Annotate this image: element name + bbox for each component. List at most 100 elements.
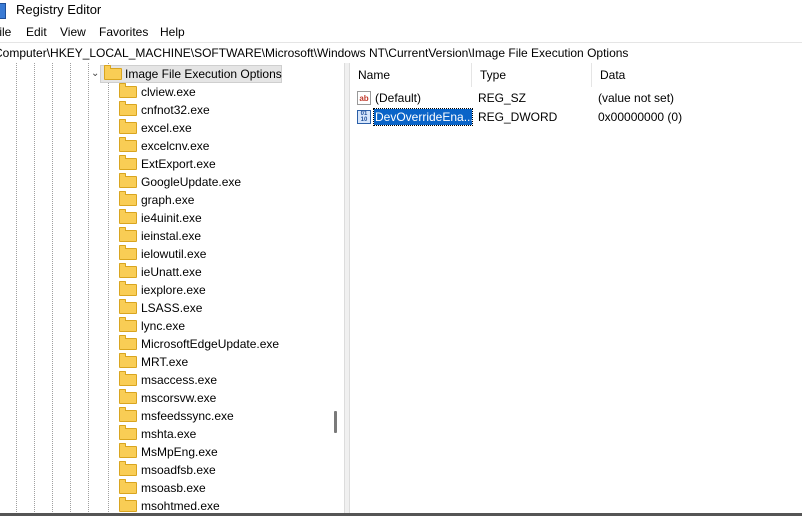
tree-item[interactable]: ie4uinit.exe (0, 209, 330, 227)
tree-item-label: mshta.exe (141, 427, 197, 441)
menu-help[interactable]: Help (160, 25, 185, 39)
tree-item[interactable]: ExtExport.exe (0, 155, 330, 173)
menu-file[interactable]: File (0, 25, 11, 39)
tree-scrollbar-thumb[interactable] (334, 411, 337, 433)
value-data: 0x00000000 (0) (598, 110, 683, 124)
tree-item[interactable]: excel.exe (0, 119, 330, 137)
tree-item-label: graph.exe (141, 193, 195, 207)
folder-icon (119, 371, 137, 386)
folder-icon (119, 209, 137, 224)
folder-icon (119, 191, 137, 206)
tree-item[interactable]: msaccess.exe (0, 371, 330, 389)
folder-icon (119, 443, 137, 458)
value-name-selected: DevOverrideEna... (373, 108, 473, 126)
registry-editor-icon (0, 3, 6, 19)
menu-favorites[interactable]: Favorites (99, 25, 148, 39)
dword-value-icon: 01 10 (357, 110, 371, 124)
tree-item[interactable]: clview.exe (0, 83, 330, 101)
tree-item[interactable]: LSASS.exe (0, 299, 330, 317)
tree-item-image-file-execution-options[interactable]: ⌄ Image File Execution Options (0, 65, 344, 83)
folder-icon (119, 407, 137, 422)
folder-icon (119, 263, 137, 278)
tree-item-label: ieinstal.exe (141, 229, 202, 243)
tree-item[interactable]: MsMpEng.exe (0, 443, 330, 461)
tree-item-label: GoogleUpdate.exe (141, 175, 242, 189)
tree-item[interactable]: ieinstal.exe (0, 227, 330, 245)
value-row-devoverrideenable[interactable]: 01 10 DevOverrideEna... REG_DWORD 0x00000… (350, 108, 802, 127)
tree-item[interactable]: iexplore.exe (0, 281, 330, 299)
value-type: REG_SZ (478, 91, 527, 105)
folder-open-icon (104, 65, 122, 80)
folder-icon (119, 353, 137, 368)
folder-icon (119, 335, 137, 350)
tree-item[interactable]: MRT.exe (0, 353, 330, 371)
address-path[interactable]: Computer\HKEY_LOCAL_MACHINE\SOFTWARE\Mic… (0, 46, 628, 60)
tree-item-label: ExtExport.exe (141, 157, 216, 171)
tree-item-label: clview.exe (141, 85, 196, 99)
values-pane[interactable]: Name Type Data ab (Default) REG_SZ (valu… (350, 63, 802, 516)
tree-item[interactable]: ielowutil.exe (0, 245, 330, 263)
tree-item[interactable]: mscorsvw.exe (0, 389, 330, 407)
menu-edit[interactable]: Edit (26, 25, 47, 39)
value-type: REG_DWORD (478, 110, 558, 124)
value-name: (Default) (375, 91, 422, 105)
column-header-type[interactable]: Type (472, 63, 592, 87)
folder-icon (119, 479, 137, 494)
tree-item[interactable]: msoasb.exe (0, 479, 330, 497)
tree-item[interactable]: mshta.exe (0, 425, 330, 443)
tree-item-label: LSASS.exe (141, 301, 203, 315)
tree-item-label: MicrosoftEdgeUpdate.exe (141, 337, 280, 351)
title-bar: Registry Editor (0, 0, 802, 22)
menu-bar: File Edit View Favorites Help (0, 22, 802, 42)
tree-item[interactable]: cnfnot32.exe (0, 101, 330, 119)
folder-icon (119, 461, 137, 476)
folder-icon (119, 317, 137, 332)
folder-icon (119, 425, 137, 440)
tree-item[interactable]: GoogleUpdate.exe (0, 173, 330, 191)
folder-icon (119, 155, 137, 170)
key-tree-pane[interactable]: ⌄ Image File Execution Options clview.ex… (0, 63, 344, 516)
tree-item-label: excelcnv.exe (141, 139, 210, 153)
column-header-data[interactable]: Data (592, 63, 802, 87)
tree-item[interactable]: lync.exe (0, 317, 330, 335)
chevron-down-icon[interactable]: ⌄ (91, 67, 99, 81)
address-bar[interactable]: Computer\HKEY_LOCAL_MACHINE\SOFTWARE\Mic… (0, 42, 802, 64)
tree-item-label: msaccess.exe (141, 373, 218, 387)
tree-item[interactable]: graph.exe (0, 191, 330, 209)
tree-item[interactable]: msoadfsb.exe (0, 461, 330, 479)
tree-item-label: msfeedssync.exe (141, 409, 234, 423)
value-data: (value not set) (598, 91, 675, 105)
tree-item-label: ieUnatt.exe (141, 265, 202, 279)
tree-item-label: ielowutil.exe (141, 247, 207, 261)
folder-icon (119, 173, 137, 188)
window-title: Registry Editor (16, 2, 102, 17)
menu-view[interactable]: View (60, 25, 86, 39)
tree-item[interactable]: ieUnatt.exe (0, 263, 330, 281)
tree-item[interactable]: excelcnv.exe (0, 137, 330, 155)
tree-item-label: mscorsvw.exe (141, 391, 217, 405)
tree-item-label: excel.exe (141, 121, 192, 135)
tree-item[interactable]: msfeedssync.exe (0, 407, 330, 425)
folder-icon (119, 227, 137, 242)
string-value-icon: ab (357, 91, 371, 105)
tree-item-label: MRT.exe (141, 355, 189, 369)
folder-icon (119, 299, 137, 314)
folder-icon (119, 119, 137, 134)
tree-item[interactable]: MicrosoftEdgeUpdate.exe (0, 335, 330, 353)
tree-item-label: MsMpEng.exe (141, 445, 218, 459)
folder-icon (119, 83, 137, 98)
folder-icon (119, 137, 137, 152)
tree-item-label: ie4uinit.exe (141, 211, 202, 225)
folder-icon (119, 497, 137, 512)
folder-icon (119, 101, 137, 116)
value-row-default[interactable]: ab (Default) REG_SZ (value not set) (350, 89, 802, 108)
tree-item-label: msoadfsb.exe (141, 463, 216, 477)
tree-item-label: cnfnot32.exe (141, 103, 210, 117)
tree-item-label: msohtmed.exe (141, 499, 220, 513)
folder-icon (119, 389, 137, 404)
folder-icon (119, 245, 137, 260)
column-header-name[interactable]: Name (350, 63, 472, 87)
folder-icon (119, 281, 137, 296)
tree-item-label: msoasb.exe (141, 481, 206, 495)
tree-item-label: Image File Execution Options (125, 67, 282, 81)
